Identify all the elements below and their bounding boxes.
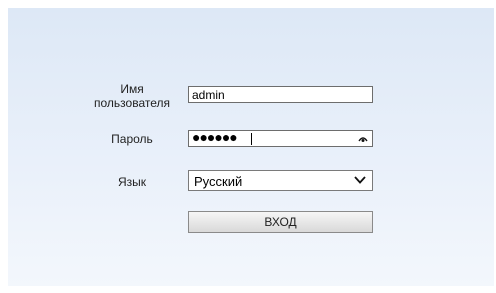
- text-caret: [251, 133, 252, 145]
- language-select[interactable]: Русский: [188, 170, 373, 191]
- language-label: Язык: [117, 175, 147, 189]
- eye-icon[interactable]: [358, 135, 368, 143]
- username-value: admin: [192, 88, 225, 102]
- password-mask: ●●●●●●: [192, 129, 238, 145]
- password-input[interactable]: ●●●●●●: [188, 129, 373, 147]
- chevron-down-icon: [354, 176, 366, 184]
- username-input[interactable]: admin: [188, 86, 373, 103]
- login-panel: Имя пользователя admin Пароль ●●●●●● Язы…: [8, 8, 494, 286]
- password-label: Пароль: [111, 132, 153, 146]
- language-value: Русский: [194, 174, 243, 189]
- login-button[interactable]: ВХОД: [188, 211, 373, 233]
- username-label: Имя пользователя: [94, 82, 170, 110]
